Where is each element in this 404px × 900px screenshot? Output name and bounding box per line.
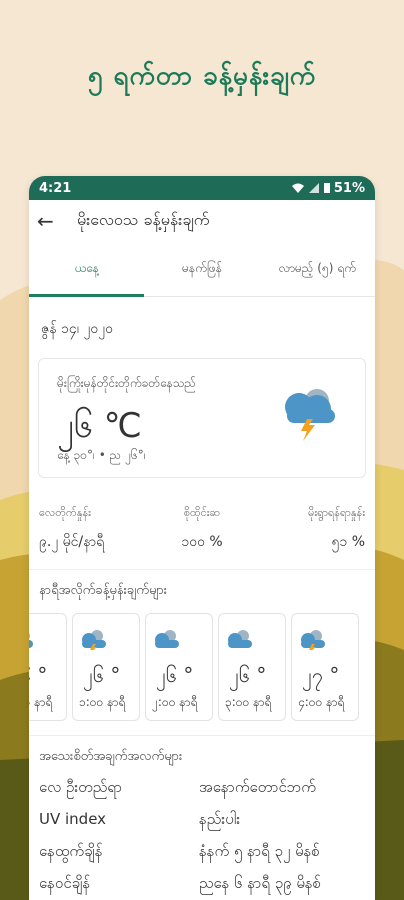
stat-value: ၁၀၀ % — [181, 534, 223, 550]
detail-value: နည်းပါး — [199, 810, 241, 828]
hourly-card[interactable]: ၂၆ ° ၁:၀၀ နာရီ — [29, 613, 67, 721]
signal-icon — [308, 183, 319, 193]
details-title: အသေးစိတ်အချက်အလက်များ — [29, 735, 375, 771]
stat-label: စိုထိုင်းဆ — [183, 506, 221, 519]
back-arrow-icon[interactable]: ← — [37, 209, 67, 233]
storm-cloud-icon — [82, 630, 106, 652]
tab-tomorrow[interactable]: မနက်ဖြန် — [144, 242, 259, 296]
stat-wind-speed: လေတိုက်နှုန်း ၉.၂ မိုင်/နာရီ — [39, 506, 148, 553]
status-bar: 4:21 51% — [29, 176, 375, 200]
hourly-temp: ၂၆ ° — [83, 663, 121, 687]
thunderstorm-icon — [285, 389, 335, 441]
hourly-card[interactable]: ၂၆ ° ၃:၀၀ နာရီ — [218, 613, 286, 721]
hourly-temp: ၂၆ ° — [156, 663, 194, 687]
date-label: ဇွန် ၁၄၊ ၂၀၂၀ — [41, 321, 113, 337]
current-weather-card: မိုးကြိုးမုန်တိုင်းတိုက်ခတ်နေသည် ၂၆ ℃ နေ… — [38, 358, 366, 478]
app-bar: ← မိုးလေဝသ ခန့်မှန်းချက် — [29, 200, 375, 242]
detail-label: လေ ဦးတည်ရာ — [39, 778, 122, 796]
stat-humidity: စိုထိုင်းဆ ၁၀၀ % — [148, 506, 257, 553]
detail-value: ညနေ ၆ နာရီ ၃၉ မိနစ် — [199, 874, 322, 892]
detail-label: နေဝင်ချိန် — [39, 874, 91, 892]
tab-five-days[interactable]: လာမည့် (၅) ရက် — [260, 242, 375, 296]
cloud-icon — [155, 630, 179, 648]
stat-label: လေတိုက်နှုန်း — [39, 506, 91, 519]
wifi-icon — [291, 183, 304, 193]
detail-value: နံနက် ၅ နာရီ ၃၂ မိနစ် — [199, 842, 320, 860]
detail-value: အနောက်တောင်ဘက် — [199, 778, 316, 796]
hourly-card[interactable]: ၂၇ ° ၄:၀၀ နာရီ — [291, 613, 359, 721]
phone-screen: 4:21 51% ← မိုးလေဝသ ခန့်မှန်းချက် ယနေ့ မ… — [29, 176, 375, 900]
day-night-temperature: နေ့ ၃၀°၊ • ည ၂၆°၊ — [57, 448, 146, 462]
battery-percent: 51% — [333, 180, 365, 196]
stat-rain-chance: မိုးရွာရန်ရာနှုန်း ၅၁ % — [256, 506, 365, 553]
promo-title: ၅ ရက်တာ ခန့်မှန်းချက် — [87, 61, 317, 91]
hourly-time: ၄:၀၀ နာရီ — [298, 695, 345, 709]
detail-row-wind-direction: လေ ဦးတည်ရာ အနောက်တောင်ဘက် — [29, 771, 375, 803]
detail-row-uv-index: UV index နည်းပါး — [29, 803, 375, 835]
stat-value: ၉.၂ မိုင်/နာရီ — [39, 534, 105, 550]
hourly-forecast-list[interactable]: ၂၆ ° ၁:၀၀ နာရီ ၂၆ ° ၁:၀၀ နာရီ ၂၆ ° ၂:၀၀ … — [29, 609, 375, 721]
detail-row-sunset: နေဝင်ချိန် ညနေ ၆ နာရီ ၃၉ မိနစ် — [29, 867, 375, 899]
hourly-card[interactable]: ၂၆ ° ၂:၀၀ နာရီ — [145, 613, 213, 721]
hourly-forecast-title: နာရီအလိုက်ခန့်မှန်းချက်များ — [29, 569, 375, 609]
cloud-icon — [29, 632, 33, 648]
detail-label: နေထွက်ချိန် — [39, 842, 103, 860]
tab-today[interactable]: ယနေ့ — [29, 242, 144, 296]
cloud-icon — [228, 630, 252, 648]
stat-label: မိုးရွာရန်ရာနှုန်း — [308, 506, 366, 519]
status-time: 4:21 — [39, 180, 72, 196]
hourly-temp: ၂၇ ° — [302, 663, 340, 687]
hourly-time: ၃:၀၀ နာရီ — [225, 695, 272, 709]
hourly-card[interactable]: ၂၆ ° ၁:၀၀ နာရီ — [72, 613, 140, 721]
hourly-temp: ၂၆ ° — [29, 663, 48, 687]
detail-label: UV index — [39, 810, 107, 828]
weather-condition: မိုးကြိုးမုန်တိုင်းတိုက်ခတ်နေသည် — [57, 376, 196, 390]
hourly-time: ၁:၀၀ နာရီ — [79, 695, 126, 709]
hourly-time: ၂:၀၀ နာရီ — [152, 695, 198, 709]
page-title: မိုးလေဝသ ခန့်မှန်းချက် — [77, 210, 210, 229]
storm-cloud-icon — [301, 630, 325, 652]
stat-value: ၅၁ % — [331, 534, 366, 550]
battery-icon — [323, 183, 330, 193]
weather-stats: လေတိုက်နှုန်း ၉.၂ မိုင်/နာရီ စိုထိုင်းဆ … — [29, 478, 375, 553]
status-icons: 51% — [291, 181, 365, 196]
hourly-time: ၁:၀၀ နာရီ — [29, 695, 53, 709]
tab-bar: ယနေ့ မနက်ဖြန် လာမည့် (၅) ရက် — [29, 242, 375, 297]
active-tab-indicator — [29, 294, 145, 297]
detail-row-sunrise: နေထွက်ချိန် နံနက် ၅ နာရီ ၃၂ မိနစ် — [29, 835, 375, 867]
hourly-temp: ၂၆ ° — [229, 663, 267, 687]
